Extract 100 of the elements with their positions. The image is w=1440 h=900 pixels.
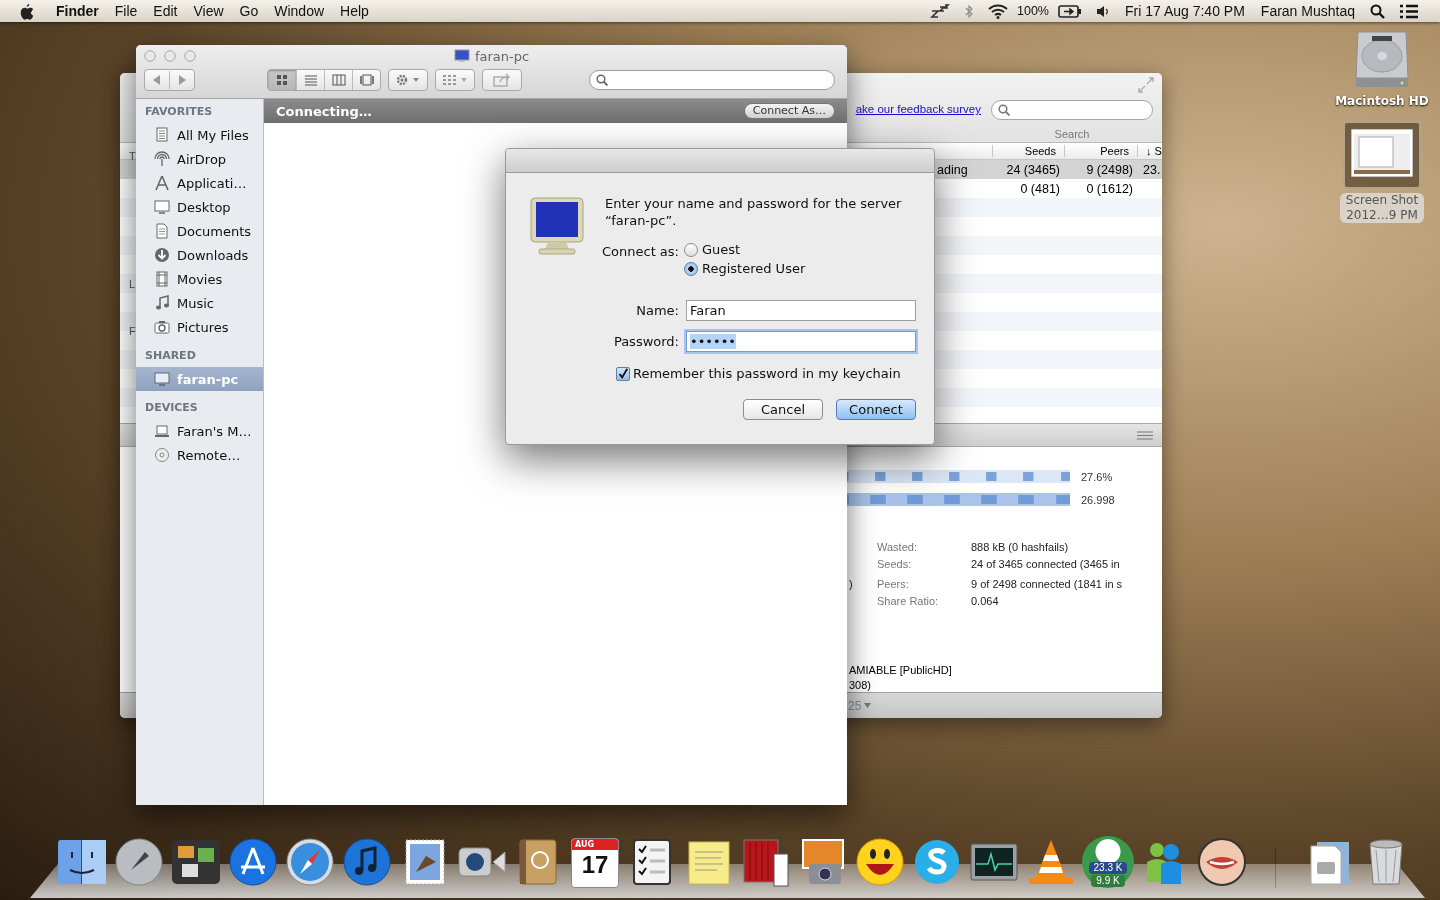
connect-as-label: Connect as: — [602, 244, 679, 259]
column-header[interactable]: Peers — [1064, 145, 1137, 157]
search-label: Search — [1054, 128, 1090, 140]
music-note-icon — [154, 295, 170, 311]
window-title: faran-pc — [474, 48, 530, 64]
info-label: Wasted: — [877, 541, 918, 553]
column-header[interactable]: Seeds — [992, 145, 1064, 157]
menu-item[interactable]: Go — [231, 3, 267, 19]
caret-icon — [864, 703, 872, 708]
name-field[interactable]: Faran — [686, 300, 916, 321]
cut-off-label: L — [129, 278, 136, 290]
apps-icon — [154, 175, 170, 191]
wifi-icon[interactable] — [988, 3, 1008, 19]
film-icon — [154, 271, 170, 287]
info-value: 0.064 — [971, 595, 1000, 607]
sidebar-item[interactable]: Music — [136, 291, 263, 315]
sidebar-item[interactable]: Applicati… — [136, 171, 263, 195]
crt-monitor-icon — [528, 196, 586, 256]
user-name-menu[interactable]: Faran Mushtaq — [1252, 3, 1363, 19]
sidebar-item[interactable]: Documents — [136, 219, 263, 243]
table-cell-text: 9 (2498) — [1085, 162, 1134, 177]
menu-item[interactable]: View — [185, 3, 232, 19]
laptop-icon — [154, 423, 170, 439]
search-icon[interactable] — [1370, 3, 1385, 19]
curtain-icon[interactable] — [740, 836, 792, 888]
monitor-icon — [453, 49, 470, 63]
compass-icon[interactable] — [284, 836, 336, 888]
action-menu-button[interactable] — [388, 69, 428, 91]
menu-item[interactable]: Finder — [48, 3, 107, 19]
sidebar-section-title: FAVORITES — [144, 105, 214, 119]
menu-clock[interactable]: Fri 17 Aug 7:40 PM — [1117, 3, 1253, 19]
lips-icon[interactable] — [1196, 836, 1248, 888]
search-icon — [998, 104, 1010, 116]
column-header[interactable]: ↓ S — [1137, 145, 1162, 157]
volume-icon[interactable] — [1096, 4, 1110, 18]
menu-item[interactable]: Edit — [145, 3, 186, 19]
app-store-icon[interactable] — [227, 836, 279, 888]
search-field[interactable] — [589, 70, 835, 90]
view-mode-button[interactable] — [268, 70, 296, 90]
screenshot-thumbnail-icon[interactable] — [1351, 129, 1413, 177]
search-field[interactable] — [991, 100, 1153, 120]
music-note-icon[interactable] — [341, 836, 393, 888]
sidebar-item[interactable]: Remote… — [136, 443, 263, 467]
feedback-survey-link[interactable]: ake our feedback survey — [855, 103, 981, 115]
torrent-app-icon[interactable]: 23.3 K 9.9 K — [1082, 836, 1134, 888]
default-button[interactable]: Connect — [836, 399, 916, 420]
password-field[interactable]: •••••• — [686, 331, 916, 352]
info-value: 9 of 2498 connected (1841 in s — [971, 578, 1124, 590]
sidebar-item[interactable]: Desktop — [136, 195, 263, 219]
sidebar-item[interactable]: Faran's M… — [136, 419, 263, 443]
battery-icon[interactable] — [1058, 4, 1082, 18]
radio-button[interactable] — [684, 261, 698, 276]
menu-item[interactable]: Window — [266, 3, 333, 19]
progress-reading: 27.6% — [1081, 470, 1113, 483]
list-icon[interactable] — [1399, 3, 1419, 19]
sidebar-item[interactable]: AirDrop — [136, 147, 263, 171]
table-cell-text: 24 (3465) — [1005, 162, 1061, 177]
upload-speed-badge: 9.9 K — [1091, 875, 1125, 887]
menu-item[interactable]: File — [106, 3, 146, 19]
columns-icon — [331, 74, 346, 86]
menu-item[interactable]: Help — [332, 3, 377, 19]
calendar-month: AUG — [572, 839, 618, 850]
download-icon — [154, 247, 170, 263]
info-label: Share Ratio: — [877, 595, 940, 607]
rocket-icon[interactable] — [113, 836, 165, 888]
apple-logo-icon[interactable] — [19, 2, 34, 20]
cut-off-label: T — [129, 150, 136, 162]
monitor-icon — [154, 199, 170, 215]
gear-icon — [395, 73, 421, 87]
connect-as-button[interactable]: Connect As… — [743, 103, 835, 119]
radio-option[interactable]: Registered User — [684, 261, 916, 276]
torrent-name-text: 308) — [849, 679, 873, 691]
desktop-icon-label[interactable]: Screen Shot 2012…9 PM — [1339, 193, 1425, 223]
bluetooth-icon[interactable] — [964, 3, 974, 19]
arrange-menu-button[interactable] — [435, 69, 475, 91]
sidebar-item[interactable]: Movies — [136, 267, 263, 291]
wave-arcs-icon — [154, 151, 170, 167]
battery-percentage: 100% — [1016, 4, 1050, 18]
hard-drive-icon[interactable] — [1352, 28, 1412, 90]
view-mode-control[interactable] — [267, 69, 381, 91]
documents-stack-icon — [154, 127, 170, 143]
connection-status: Connecting… — [276, 103, 372, 119]
smiley-icon[interactable] — [854, 836, 906, 888]
sidebar-item[interactable]: Pictures — [136, 315, 263, 339]
arrange-grid-icon — [441, 73, 469, 87]
sidebar-item[interactable]: All My Files — [136, 123, 263, 147]
back-forward-control[interactable] — [144, 69, 195, 91]
checkbox[interactable] — [616, 366, 630, 381]
table-cell: ading — [937, 162, 968, 177]
calendar-day: 17 — [581, 850, 609, 880]
dialog-button[interactable]: Cancel — [743, 399, 823, 420]
menu-icon[interactable] — [1137, 430, 1153, 440]
radio-option[interactable]: Guest — [684, 242, 916, 257]
calendar-icon[interactable]: AUG 17 — [571, 838, 619, 888]
sidebar-item[interactable]: Downloads — [136, 243, 263, 267]
checkbox-label: Remember this password in my keychain — [633, 366, 901, 381]
sleep-icon[interactable] — [930, 4, 950, 18]
name-label: Name: — [636, 303, 679, 318]
radio-button[interactable] — [684, 242, 698, 257]
dialog-message: Enter your name and password for the server “faran-pc”. — [605, 195, 903, 229]
